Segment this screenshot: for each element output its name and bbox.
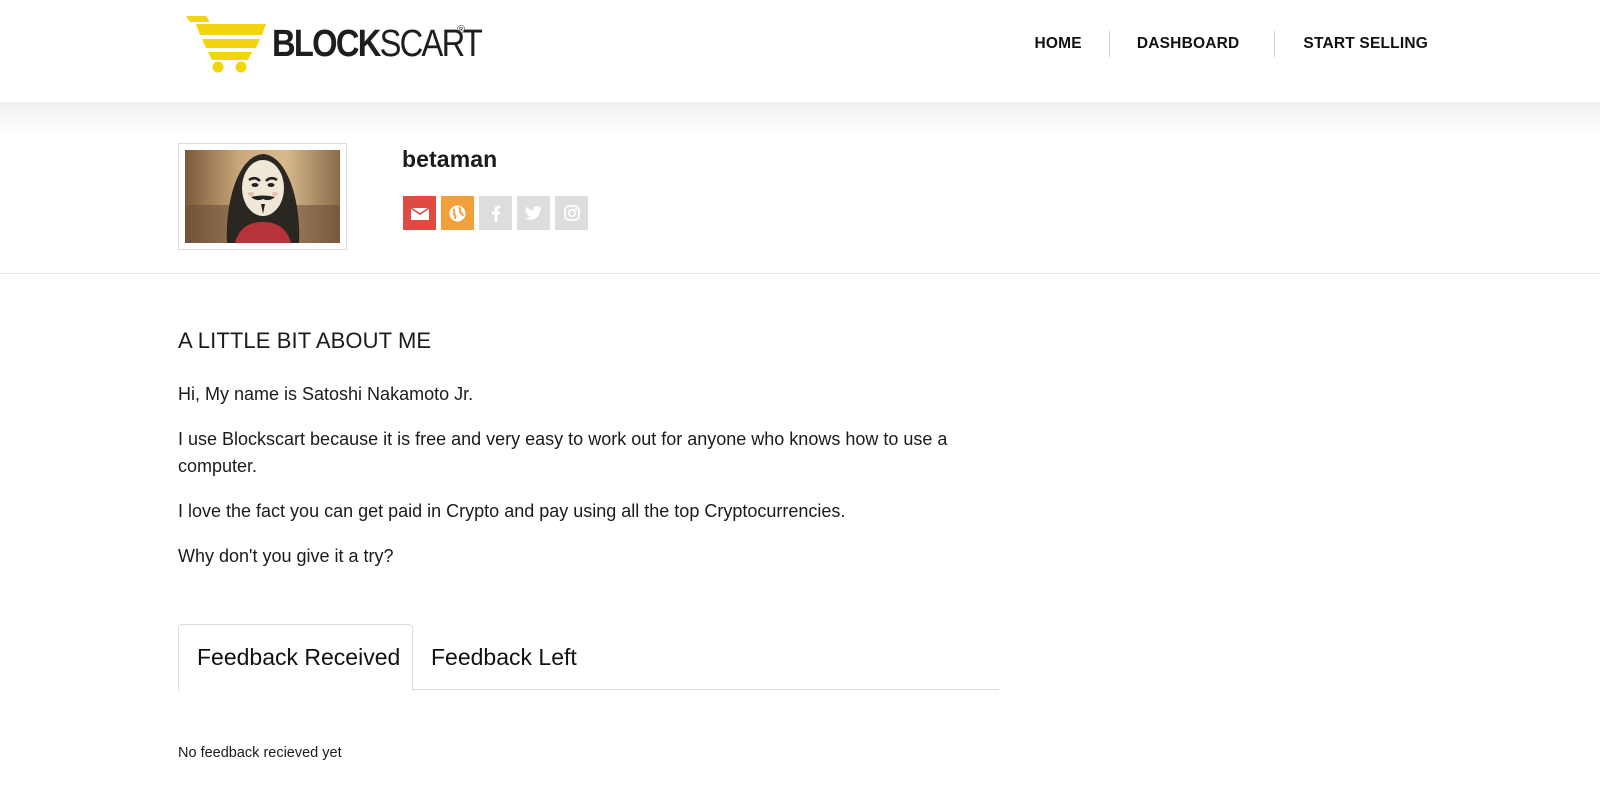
nav-divider xyxy=(1108,31,1110,57)
instagram-button[interactable] xyxy=(555,196,588,230)
about-paragraph: Why don't you give it a try? xyxy=(178,546,394,566)
nav-start-selling[interactable]: START SELLING xyxy=(1303,35,1428,53)
twitter-icon xyxy=(525,206,542,220)
profile-username: betaman xyxy=(402,146,498,172)
about-paragraph: I love the fact you can get paid in Cryp… xyxy=(178,501,846,521)
avatar xyxy=(178,143,347,250)
instagram-icon xyxy=(563,205,580,221)
logo-text-thin: SCART xyxy=(379,23,483,65)
main-nav: HOME DASHBOARD START SELLING xyxy=(1035,30,1428,58)
shopping-cart-icon xyxy=(186,16,266,73)
nav-dashboard[interactable]: DASHBOARD xyxy=(1137,35,1240,53)
feedback-tabs: Feedback Received Feedback Left xyxy=(178,624,999,691)
registered-mark: ® xyxy=(457,24,466,36)
tab-feedback-left[interactable]: Feedback Left xyxy=(431,624,577,690)
email-button[interactable] xyxy=(403,196,436,230)
facebook-icon xyxy=(491,205,500,222)
nav-home[interactable]: HOME xyxy=(1035,35,1082,53)
nav-divider xyxy=(1274,31,1276,57)
header-shadow xyxy=(0,102,1600,138)
about-heading: A LITTLE BIT ABOUT ME xyxy=(178,328,432,353)
about-paragraph: Hi, My name is Satoshi Nakamoto Jr. xyxy=(178,384,474,404)
logo-wordmark: BLOCKSCART xyxy=(272,23,483,65)
globe-icon xyxy=(449,205,466,221)
website-button[interactable] xyxy=(441,196,474,230)
site-header: BLOCKSCART ® HOME DASHBOARD START SELLIN… xyxy=(0,0,1600,102)
empty-feedback-message: No feedback recieved yet xyxy=(178,745,342,761)
envelope-icon xyxy=(410,207,429,220)
logo-text-bold: BLOCK xyxy=(272,23,381,65)
tab-feedback-received[interactable]: Feedback Received xyxy=(178,624,413,691)
about-text: Hi, My name is Satoshi Nakamoto Jr. I us… xyxy=(178,381,978,588)
profile-header: betaman xyxy=(0,138,1600,274)
twitter-button[interactable] xyxy=(517,196,550,230)
about-paragraph: I use Blockscart because it is free and … xyxy=(178,429,948,476)
social-links xyxy=(403,196,588,230)
facebook-button[interactable] xyxy=(479,196,512,230)
masked-user-photo-icon xyxy=(185,150,340,243)
blockscart-logo[interactable]: BLOCKSCART xyxy=(186,14,515,74)
